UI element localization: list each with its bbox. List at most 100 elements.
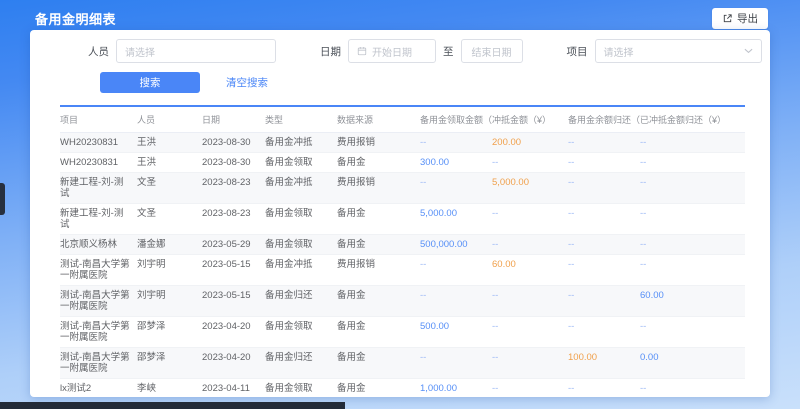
table-row[interactable]: 新建工程-刘-测试文圣2023-08-23备用金领取备用金5,000.00---… [60,204,745,235]
table-row[interactable]: 测试-南昌大学第一附属医院刘宇明2023-05-15备用金归还备用金------… [60,286,745,317]
export-button[interactable]: 导出 [712,8,768,29]
column-header[interactable]: 类型 [265,107,337,132]
cell-project: WH20230831 [60,153,137,172]
cell-offset: -- [492,286,568,316]
date-start-input[interactable]: 开始日期 [348,39,436,63]
table-row[interactable]: 测试-南昌大学第一附属医院邵梦泽2023-04-20备用金归还备用金----10… [60,348,745,379]
table-body: WH20230831王洪2023-08-30备用金冲抵费用报销--200.00-… [60,133,745,397]
cell-offset_return: -- [640,235,745,254]
date-range-separator: 至 [443,44,454,59]
cell-person: 潘金娜 [137,235,202,254]
cell-received: 500,000.00 [420,235,492,254]
column-header[interactable]: 人员 [137,107,202,132]
column-header[interactable]: 数据来源 [337,107,420,132]
filter-actions: 搜索 清空搜索 [30,63,770,93]
cell-project: 新建工程-刘-测试 [60,173,137,203]
cell-offset_return: -- [640,153,745,172]
cell-source: 费用报销 [337,133,420,152]
person-filter: 人员 请选择 [88,39,276,63]
cell-offset: -- [492,317,568,347]
cell-source: 备用金 [337,348,420,378]
cell-person: 邵梦泽 [137,317,202,347]
project-filter: 项目 请选择 [567,39,762,63]
column-header[interactable]: 备用金余额归还（¥） [568,107,640,132]
date-end-placeholder: 结束日期 [472,44,512,59]
cell-balance_return: 100.00 [568,348,640,378]
calendar-icon [357,46,367,56]
date-filter-label: 日期 [320,44,341,59]
cell-project: lx测试2 [60,379,137,397]
table-row[interactable]: 新建工程-刘-测试文圣2023-08-23备用金冲抵费用报销--5,000.00… [60,173,745,204]
cell-type: 备用金领取 [265,317,337,347]
export-button-label: 导出 [737,11,758,26]
table-row[interactable]: lx测试2李峡2023-04-11备用金领取备用金1,000.00------ [60,379,745,397]
cell-type: 备用金领取 [265,235,337,254]
cell-offset_return: 60.00 [640,286,745,316]
cell-person: 刘宇明 [137,255,202,285]
person-select-placeholder: 请选择 [125,44,155,59]
table-row[interactable]: 测试-南昌大学第一附属医院刘宇明2023-05-15备用金冲抵费用报销--60.… [60,255,745,286]
cell-received: 1,000.00 [420,379,492,397]
cell-type: 备用金领取 [265,379,337,397]
person-filter-label: 人员 [88,44,109,59]
cell-offset: 5,000.00 [492,173,568,203]
cell-offset_return: -- [640,379,745,397]
cell-received: 5,000.00 [420,204,492,234]
cell-balance_return: -- [568,204,640,234]
cell-source: 备用金 [337,286,420,316]
cell-offset: -- [492,348,568,378]
export-icon [722,13,733,24]
person-select[interactable]: 请选择 [116,39,276,63]
chevron-down-icon [744,48,753,54]
cell-source: 备用金 [337,317,420,347]
cell-person: 文圣 [137,204,202,234]
content-card: 人员 请选择 日期 开始日期 至 结束日期 项目 请选择 [30,30,770,397]
cell-offset: 60.00 [492,255,568,285]
cell-date: 2023-08-30 [202,153,265,172]
clear-search-link[interactable]: 清空搜索 [226,75,268,90]
cell-date: 2023-04-20 [202,348,265,378]
search-button[interactable]: 搜索 [100,72,200,93]
cell-offset: -- [492,153,568,172]
cell-received: -- [420,286,492,316]
cell-date: 2023-04-11 [202,379,265,397]
cell-balance_return: -- [568,379,640,397]
cell-type: 备用金冲抵 [265,255,337,285]
column-header[interactable]: 备用金领取金额（¥） [420,107,492,132]
table-row[interactable]: 测试-南昌大学第一附属医院邵梦泽2023-04-20备用金领取备用金500.00… [60,317,745,348]
cell-offset: -- [492,235,568,254]
cell-date: 2023-08-23 [202,173,265,203]
cell-person: 王洪 [137,133,202,152]
column-header[interactable]: 日期 [202,107,265,132]
project-select[interactable]: 请选择 [595,39,762,63]
cell-source: 费用报销 [337,255,420,285]
date-end-input[interactable]: 结束日期 [461,39,523,63]
cell-person: 王洪 [137,153,202,172]
table-header: 项目人员日期类型数据来源备用金领取金额（¥）冲抵金额（¥）备用金余额归还（¥）已… [60,105,745,133]
table-row[interactable]: WH20230831王洪2023-08-30备用金冲抵费用报销--200.00-… [60,133,745,153]
bottom-bar [0,402,345,409]
cell-source: 备用金 [337,235,420,254]
column-header[interactable]: 冲抵金额（¥） [492,107,568,132]
column-header[interactable]: 已冲抵金额归还（¥） [640,107,745,132]
cell-project: 测试-南昌大学第一附属医院 [60,317,137,347]
table-row[interactable]: WH20230831王洪2023-08-30备用金领取备用金300.00----… [60,153,745,173]
cell-offset_return: -- [640,173,745,203]
cell-received: -- [420,255,492,285]
cell-date: 2023-05-29 [202,235,265,254]
cell-date: 2023-05-15 [202,255,265,285]
cell-offset_return: -- [640,133,745,152]
cell-offset_return: 0.00 [640,348,745,378]
table-row[interactable]: 北京顺义杨林潘金娜2023-05-29备用金领取备用金500,000.00---… [60,235,745,255]
cell-received: -- [420,173,492,203]
cell-type: 备用金归还 [265,286,337,316]
page-title: 备用金明细表 [35,9,116,28]
cell-person: 邵梦泽 [137,348,202,378]
sidebar-collapsed-handle[interactable] [0,183,5,215]
cell-project: WH20230831 [60,133,137,152]
column-header[interactable]: 项目 [60,107,137,132]
cell-project: 测试-南昌大学第一附属医院 [60,286,137,316]
date-filter: 日期 开始日期 至 结束日期 [320,39,523,63]
cell-balance_return: -- [568,153,640,172]
cell-date: 2023-08-23 [202,204,265,234]
